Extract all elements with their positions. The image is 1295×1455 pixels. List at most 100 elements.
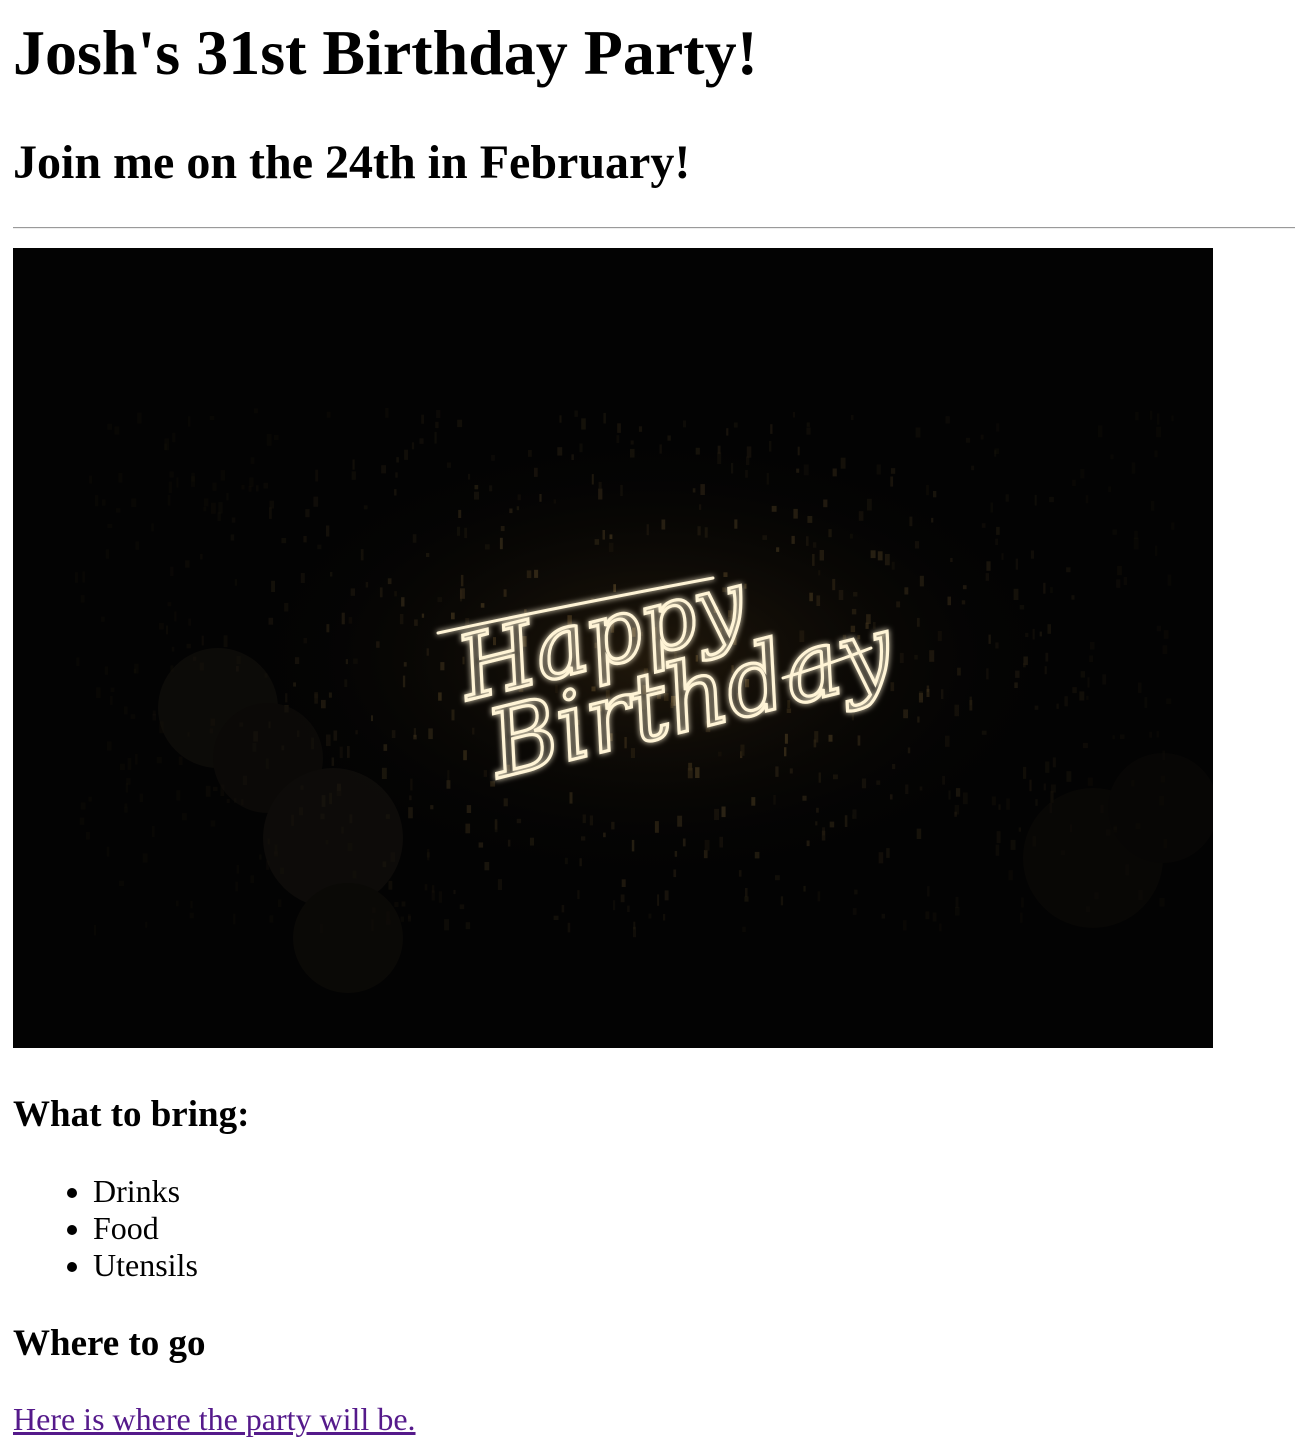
sequin — [886, 848, 890, 858]
list-item: Food — [93, 1210, 198, 1247]
sequin — [1049, 496, 1054, 503]
sequin — [80, 802, 86, 810]
sequin — [175, 900, 179, 907]
sequin — [190, 900, 193, 909]
sequin — [137, 412, 142, 424]
sequin — [1020, 912, 1023, 923]
sequin — [277, 899, 282, 907]
sequin — [927, 886, 930, 897]
sequin — [803, 885, 806, 892]
sequin — [172, 432, 176, 443]
sequin — [627, 905, 630, 912]
sequin — [102, 499, 106, 506]
sequin — [156, 756, 162, 764]
sequin — [1034, 494, 1037, 506]
sequin — [806, 427, 811, 435]
sequin — [559, 415, 562, 423]
sequin — [1159, 898, 1165, 907]
sequin — [88, 796, 92, 802]
sequin — [1110, 454, 1114, 460]
sequin — [1071, 595, 1075, 600]
sequin — [561, 905, 565, 913]
sequin — [994, 448, 999, 455]
sequin — [166, 625, 168, 635]
sequin — [1035, 799, 1038, 806]
sequin — [75, 572, 78, 583]
birthday-neon-image: Happy Birthday — [13, 248, 1213, 1048]
sequin — [182, 813, 187, 821]
sequin — [220, 470, 226, 481]
sequin — [204, 498, 209, 507]
sequin — [421, 414, 424, 424]
sequin — [269, 507, 272, 519]
sequin — [1066, 771, 1072, 782]
sequin — [114, 426, 120, 435]
sequin — [388, 880, 393, 890]
sequin — [123, 706, 128, 715]
sequin — [107, 524, 113, 528]
sequin — [770, 424, 773, 434]
sequin — [1123, 577, 1127, 585]
sequin — [152, 825, 155, 837]
sequin — [1045, 761, 1050, 773]
party-location-link[interactable]: Here is where the party will be. — [13, 1401, 416, 1438]
sequin — [236, 864, 239, 874]
sequin — [742, 926, 746, 933]
bring-list: Drinks Food Utensils — [13, 1173, 198, 1284]
sequin — [1072, 479, 1076, 487]
sequin — [124, 806, 128, 813]
sequin — [218, 502, 223, 514]
sequin — [396, 457, 399, 463]
sequin — [1090, 642, 1095, 650]
sequin — [567, 922, 571, 933]
sequin — [266, 434, 272, 446]
sequin — [169, 471, 174, 478]
sequin — [201, 635, 204, 646]
sequin — [226, 493, 229, 501]
sequin — [1082, 742, 1088, 749]
sequin — [1030, 550, 1034, 559]
sequin — [305, 509, 310, 518]
sequin — [135, 541, 139, 550]
sequin — [1156, 625, 1162, 632]
sequin — [230, 534, 235, 541]
sequin — [281, 538, 287, 544]
sequin — [1167, 574, 1172, 586]
sequin — [80, 595, 85, 603]
sequin — [850, 415, 854, 420]
list-item: Utensils — [93, 1247, 198, 1284]
sequin — [176, 477, 179, 488]
sequin — [408, 914, 411, 919]
sequin — [139, 793, 143, 802]
sequin — [89, 475, 93, 484]
sequin — [1149, 410, 1153, 420]
sequin — [106, 846, 110, 857]
sequin — [620, 894, 625, 903]
sequin — [151, 523, 154, 532]
sequin — [400, 916, 405, 922]
sequin — [135, 753, 138, 765]
sequin — [574, 410, 578, 417]
sequin — [186, 643, 191, 649]
sequin — [980, 434, 984, 440]
sequin — [1080, 469, 1085, 479]
sequin — [915, 427, 921, 438]
sequin — [315, 469, 319, 482]
sequin — [1156, 426, 1161, 438]
where-to-go-heading: Where to go — [13, 1323, 206, 1364]
sequin — [663, 914, 666, 921]
sequin — [217, 512, 221, 521]
sequin — [256, 485, 259, 492]
sequin — [381, 465, 386, 474]
sequin — [248, 485, 252, 492]
sequin — [792, 412, 795, 418]
sequin — [115, 508, 121, 513]
sequin — [96, 687, 101, 698]
sequin — [124, 803, 128, 808]
sequin — [401, 901, 406, 907]
sequin — [419, 438, 424, 444]
sequin — [118, 472, 123, 483]
sequin — [1166, 698, 1172, 705]
sequin — [171, 646, 175, 652]
sequin — [1066, 567, 1071, 573]
